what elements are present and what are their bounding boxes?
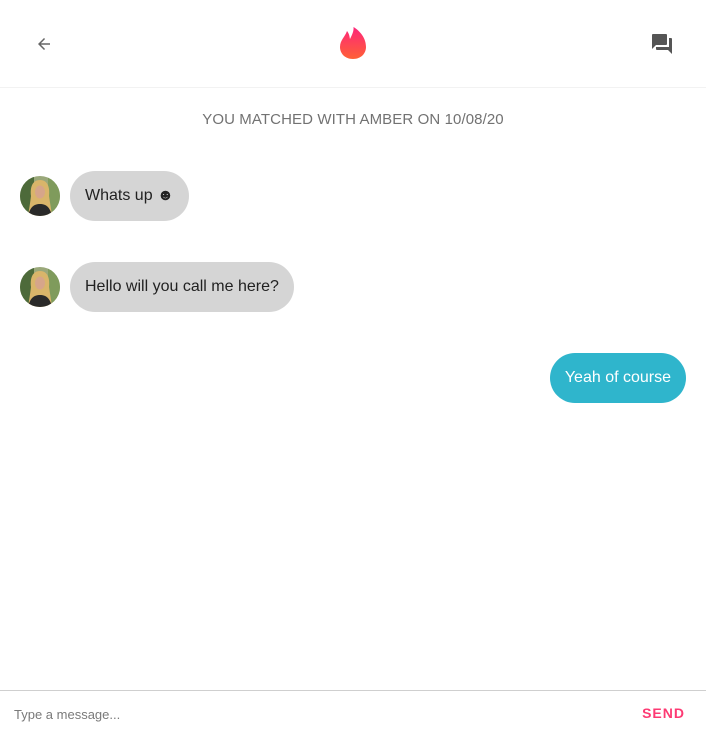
message-row-incoming: Hello will you call me here? <box>20 262 294 312</box>
forum-icon <box>652 34 672 54</box>
arrow-back-icon <box>38 38 50 50</box>
chats-button[interactable] <box>647 29 677 59</box>
outgoing-message-bubble: Yeah of course <box>549 353 686 403</box>
chat-screen: YOU MATCHED WITH AMBER ON 10/08/20 Whats… <box>0 0 706 736</box>
message-input[interactable] <box>14 701 574 727</box>
incoming-message-bubble: Whats up ☻ <box>70 171 189 221</box>
back-button[interactable] <box>30 30 58 58</box>
incoming-message-bubble: Hello will you call me here? <box>70 262 294 312</box>
match-banner: YOU MATCHED WITH AMBER ON 10/08/20 <box>202 111 504 128</box>
flame-icon <box>340 27 366 59</box>
message-row-outgoing: Yeah of course <box>549 353 686 403</box>
message-row-incoming: Whats up ☻ <box>20 171 189 221</box>
chat-header <box>0 0 706 88</box>
profile-avatar[interactable] <box>20 176 60 216</box>
profile-avatar[interactable] <box>20 267 60 307</box>
send-button[interactable]: SEND <box>642 705 685 721</box>
message-composer: SEND <box>0 690 706 736</box>
